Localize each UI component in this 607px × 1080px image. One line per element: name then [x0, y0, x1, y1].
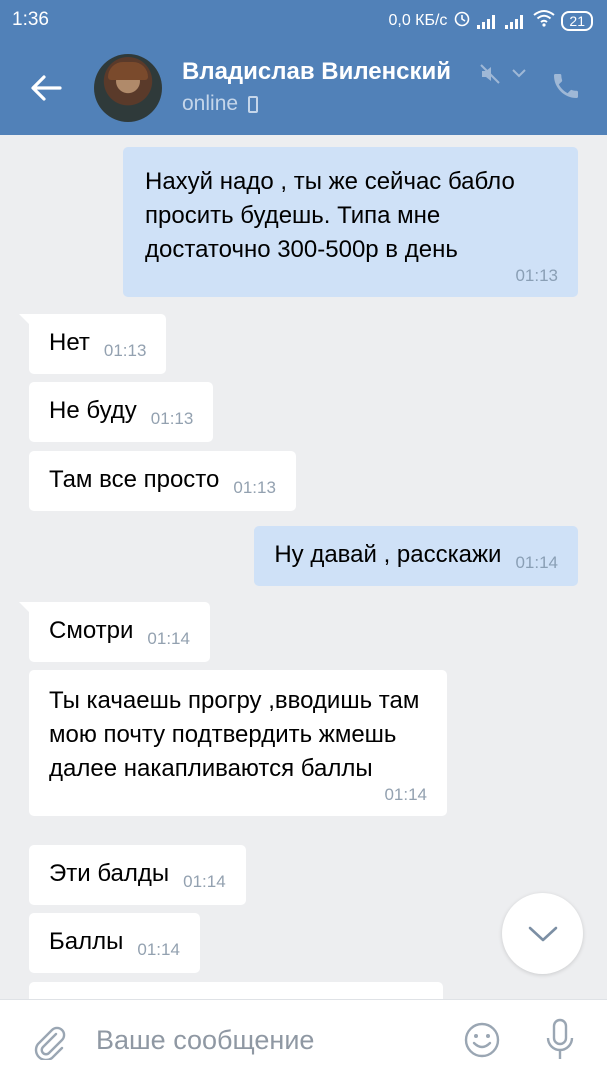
scroll-down-button[interactable] — [502, 893, 583, 974]
message-time: 01:14 — [183, 872, 226, 891]
message-time: 01:13 — [515, 266, 558, 285]
avatar[interactable] — [94, 54, 162, 122]
message-time: 01:14 — [137, 940, 180, 959]
top-bar: 1:36 0,0 КБ/с 21 Владислав Виленский onl… — [0, 0, 607, 135]
message-incoming[interactable]: Не буду 01:13 — [29, 382, 214, 442]
message-text: Ты качаешь прогру ,вводишь там мою почту… — [49, 687, 420, 782]
message-text: Там все просто — [49, 466, 220, 493]
message-text: Нет — [49, 329, 90, 356]
network-speed: 0,0 КБ/с — [388, 11, 448, 29]
microphone-icon[interactable] — [545, 1018, 575, 1062]
phone-icon — [554, 74, 578, 98]
message-text: Эти балды — [49, 860, 170, 887]
emoji-icon[interactable] — [463, 1021, 501, 1059]
contact-status: online — [182, 92, 259, 116]
message-text: Не буду — [49, 397, 137, 424]
message-outgoing[interactable]: Ну давай , расскажи 01:14 — [254, 526, 578, 586]
message-time: 01:14 — [147, 629, 190, 648]
bubble-tail — [19, 314, 39, 334]
signal-icon — [477, 13, 499, 29]
paperclip-icon[interactable] — [30, 1022, 66, 1062]
call-button[interactable] — [550, 70, 582, 102]
message-incoming[interactable]: Там все просто 01:13 — [29, 451, 296, 511]
message-input[interactable] — [96, 1022, 436, 1058]
message-composer — [0, 999, 607, 1080]
signal-icon-2 — [505, 13, 527, 29]
message-time: 01:13 — [233, 478, 276, 497]
muted-icon — [478, 62, 502, 86]
alarm-icon — [453, 9, 471, 32]
mobile-icon — [248, 95, 259, 113]
status-indicators: 0,0 КБ/с 21 — [388, 9, 593, 32]
chat-header: Владислав Виленский online — [0, 40, 607, 135]
message-incoming[interactable]: Ты качаешь прогру ,вводишь там мою почту… — [29, 670, 447, 816]
back-button[interactable] — [26, 68, 66, 108]
message-text: Баллы — [49, 928, 124, 955]
wifi-icon — [533, 9, 556, 32]
message-outgoing[interactable]: Нахуй надо , ты же сейчас бабло просить … — [123, 147, 578, 297]
battery-indicator: 21 — [561, 10, 593, 31]
contact-name[interactable]: Владислав Виленский — [182, 58, 451, 86]
message-list[interactable]: Нахуй надо , ты же сейчас бабло просить … — [0, 135, 607, 999]
message-incoming[interactable]: Баллы 01:14 — [29, 913, 200, 973]
status-text: online — [182, 92, 239, 115]
message-time: 01:14 — [515, 553, 558, 572]
message-incoming[interactable]: Эти балды 01:14 — [29, 845, 246, 905]
chevron-down-icon[interactable] — [510, 64, 528, 82]
message-text: Ну давай , расскажи — [274, 541, 502, 568]
message-time: 01:13 — [103, 341, 147, 360]
message-text: Смотри — [49, 617, 134, 644]
bubble-tail — [19, 602, 39, 622]
message-time: 01:14 — [384, 785, 427, 804]
status-time: 1:36 — [12, 9, 49, 30]
message-incoming[interactable]: Смотри 01:14 — [19, 602, 210, 662]
message-text: Нахуй надо , ты же сейчас бабло просить … — [145, 168, 515, 263]
chevron-down-icon — [528, 926, 558, 942]
message-incoming-partial[interactable] — [29, 982, 443, 999]
status-bar: 1:36 0,0 КБ/с 21 — [0, 0, 607, 40]
arrow-left-icon — [31, 75, 62, 101]
message-time: 01:13 — [150, 409, 194, 428]
message-incoming[interactable]: Нет 01:13 — [19, 314, 167, 374]
